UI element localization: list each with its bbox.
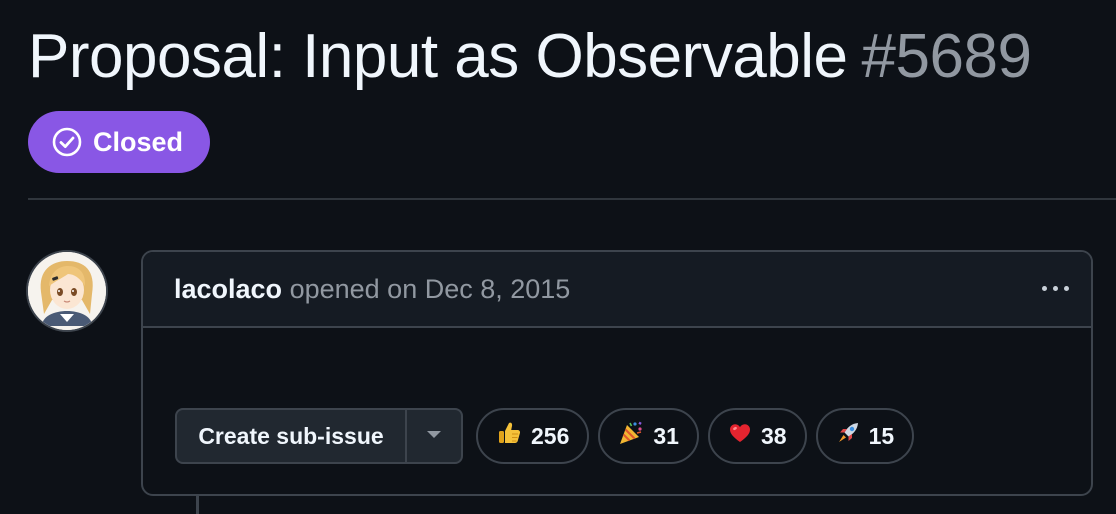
reaction-tada[interactable]: 31 bbox=[598, 408, 699, 464]
more-options-button[interactable] bbox=[1033, 270, 1077, 306]
issue-title-row: Proposal: Input as Observable #5689 bbox=[28, 20, 1032, 94]
reaction-heart[interactable]: 38 bbox=[707, 408, 807, 464]
create-sub-issue-button[interactable]: Create sub-issue bbox=[177, 410, 407, 462]
issue-state-badge: Closed bbox=[28, 111, 210, 173]
check-circle-icon bbox=[51, 126, 83, 158]
issue-page: Proposal: Input as Observable #5689 Close… bbox=[0, 0, 1116, 514]
opened-timestamp[interactable]: opened on Dec 8, 2015 bbox=[290, 274, 571, 304]
issue-comment: lacolaco opened on Dec 8, 2015 Create su… bbox=[141, 250, 1093, 496]
comment-header: lacolaco opened on Dec 8, 2015 bbox=[143, 252, 1091, 328]
header-divider bbox=[28, 198, 1116, 200]
comment-meta: lacolaco opened on Dec 8, 2015 bbox=[174, 274, 570, 305]
reaction-count: 38 bbox=[760, 422, 787, 449]
reactions-bar: 256 31 38 15 bbox=[476, 408, 915, 464]
reaction-count: 256 bbox=[531, 422, 570, 449]
reaction-count: 15 bbox=[868, 422, 895, 449]
issue-number: #5689 bbox=[861, 22, 1032, 91]
timeline-connector bbox=[196, 496, 199, 514]
avatar[interactable] bbox=[26, 250, 108, 332]
author-link[interactable]: lacolaco bbox=[174, 274, 282, 304]
reaction-rocket[interactable]: 15 bbox=[815, 408, 915, 464]
rocket-icon bbox=[836, 421, 860, 451]
kebab-horizontal-icon bbox=[1041, 285, 1069, 291]
issue-title: Proposal: Input as Observable bbox=[28, 22, 848, 91]
sub-issue-dropdown-button[interactable] bbox=[407, 410, 461, 462]
create-sub-issue-group: Create sub-issue bbox=[175, 408, 463, 464]
issue-state-label: Closed bbox=[92, 126, 184, 157]
triangle-down-icon bbox=[426, 427, 442, 445]
avatar-image bbox=[28, 252, 106, 330]
reaction-thumbs-up[interactable]: 256 bbox=[476, 408, 590, 464]
thumbs-up-icon bbox=[496, 420, 522, 452]
heart-icon bbox=[728, 421, 752, 451]
reaction-count: 31 bbox=[653, 422, 679, 449]
tada-icon bbox=[618, 420, 644, 452]
